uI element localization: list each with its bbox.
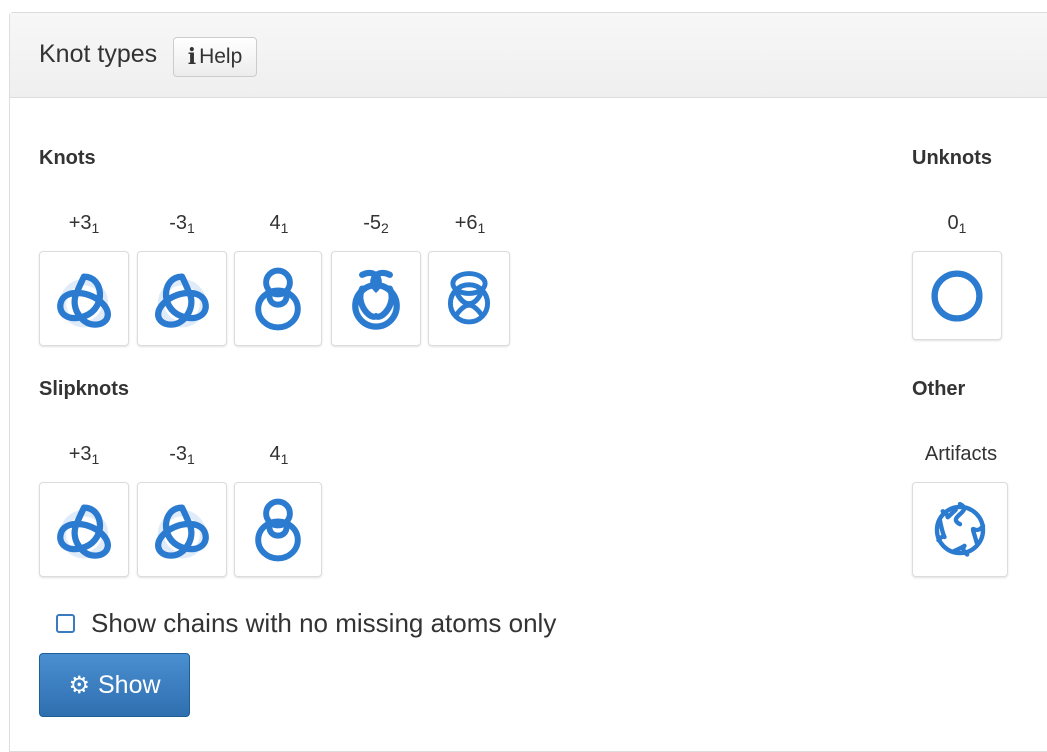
knot-5-2-icon bbox=[352, 269, 400, 330]
slipknot-thumb-plus-3-1[interactable] bbox=[39, 482, 129, 577]
knot-thumb-minus-3-1[interactable] bbox=[137, 251, 227, 346]
section-title-slipknots: Slipknots bbox=[39, 378, 130, 400]
info-icon: i bbox=[187, 44, 197, 70]
section-title-unknots: Unknots bbox=[912, 147, 992, 169]
slipknot-thumb-minus-3-1[interactable] bbox=[137, 482, 227, 577]
knot-label: +31 bbox=[68, 212, 100, 236]
figure-eight-knot-icon bbox=[255, 267, 301, 330]
show-button-label: Show bbox=[97, 670, 161, 699]
knot-thumb-4-1[interactable] bbox=[234, 251, 322, 346]
knot-label: 01 bbox=[947, 212, 967, 236]
knot-types-panel: Knot types i Help bbox=[9, 12, 1047, 752]
slipknot-thumb-4-1[interactable] bbox=[234, 482, 322, 577]
figure-eight-knot-icon bbox=[255, 498, 301, 561]
knot-6-1-icon bbox=[447, 270, 491, 324]
other-label-artifacts: Artifacts bbox=[924, 443, 998, 465]
section-title-other: Other bbox=[912, 378, 966, 400]
help-label: Help bbox=[199, 45, 243, 68]
knot-label: +61 bbox=[454, 212, 486, 236]
section-title-knots: Knots bbox=[39, 147, 96, 169]
other-thumb-artifacts[interactable] bbox=[912, 482, 1008, 577]
trefoil-knot-icon bbox=[155, 272, 209, 328]
panel-heading: Knot types i Help bbox=[10, 13, 1047, 98]
knot-label: -31 bbox=[169, 212, 195, 236]
artifact-knot-icon bbox=[934, 501, 986, 557]
slipknot-label: -31 bbox=[169, 443, 195, 467]
help-button[interactable]: i Help bbox=[173, 37, 257, 77]
trefoil-knot-icon bbox=[57, 272, 111, 328]
trefoil-knot-icon bbox=[155, 503, 209, 559]
knot-thumb-minus-5-2[interactable] bbox=[331, 251, 421, 346]
show-button[interactable]: ⚙ Show bbox=[39, 653, 190, 717]
knot-thumb-0-1[interactable] bbox=[912, 251, 1002, 340]
slipknot-label: 41 bbox=[269, 443, 289, 467]
slipknot-label: +31 bbox=[68, 443, 100, 467]
missing-atoms-checkbox[interactable] bbox=[56, 614, 75, 633]
knot-label: 41 bbox=[269, 212, 289, 236]
knot-thumb-plus-6-1[interactable] bbox=[428, 251, 510, 346]
missing-atoms-filter[interactable]: Show chains with no missing atoms only bbox=[56, 608, 556, 639]
knot-thumb-plus-3-1[interactable] bbox=[39, 251, 129, 346]
panel-title: Knot types bbox=[39, 40, 158, 68]
gears-icon: ⚙ bbox=[68, 671, 90, 699]
unknot-ring-icon bbox=[931, 269, 983, 322]
missing-atoms-checkbox-label: Show chains with no missing atoms only bbox=[91, 608, 557, 638]
trefoil-knot-icon bbox=[57, 503, 111, 559]
knot-label: -52 bbox=[363, 212, 389, 236]
